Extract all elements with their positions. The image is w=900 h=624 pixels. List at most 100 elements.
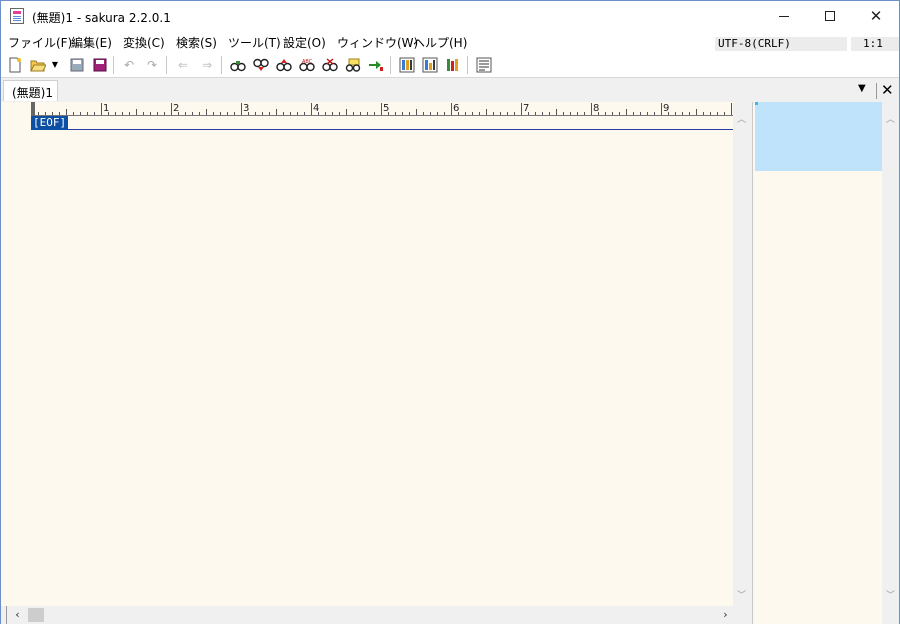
ruler-tick: [647, 112, 648, 115]
tab-close-icon[interactable]: ✕: [881, 81, 894, 99]
tab-label: (無題)1: [12, 86, 53, 100]
tab-list-dropdown-icon[interactable]: ▼: [858, 83, 866, 94]
ruler-tick: [626, 109, 627, 115]
ruler-tick: [157, 112, 158, 115]
type-settings-icon[interactable]: [444, 56, 462, 74]
minimap-vertical-scrollbar[interactable]: ︿ ﹀: [882, 102, 899, 624]
ruler-tick: [605, 112, 606, 115]
scroll-down-icon[interactable]: ﹀: [882, 588, 899, 601]
ruler-number: 4: [313, 103, 320, 114]
minimap-pane[interactable]: [752, 102, 882, 624]
menu-tools[interactable]: ツール(T): [228, 34, 281, 51]
ruler-tick: [521, 103, 522, 115]
ruler-tick: [269, 112, 270, 115]
ruler-tick: [535, 112, 536, 115]
move-back-icon[interactable]: ⇐: [174, 56, 192, 74]
outline-icon[interactable]: [398, 56, 416, 74]
menu-search[interactable]: 検索(S): [176, 34, 217, 51]
minimap-viewport[interactable]: [755, 102, 882, 171]
sakura-app-icon[interactable]: [10, 8, 24, 24]
ruler-tick: [472, 112, 473, 115]
maximize-icon: [825, 11, 835, 21]
title-bar: (無題)1 - sakura 2.2.0.1 ✕: [1, 1, 899, 31]
horizontal-split-box[interactable]: [1, 606, 7, 624]
horizontal-scroll-thumb[interactable]: [28, 608, 44, 622]
ruler-tick: [696, 109, 697, 115]
search-clear-icon[interactable]: [321, 56, 339, 74]
search-next-icon[interactable]: [252, 56, 270, 74]
open-dropdown-icon[interactable]: ▼: [49, 56, 61, 74]
tab-untitled-1[interactable]: (無題)1: [3, 80, 58, 101]
svg-text:ABC: ABC: [302, 59, 313, 65]
ruler-tick: [542, 112, 543, 115]
replace-icon[interactable]: ABC: [298, 56, 316, 74]
search-prev-icon[interactable]: [275, 56, 293, 74]
menu-window[interactable]: ウィンドウ(W): [337, 34, 418, 51]
ruler-tick: [514, 112, 515, 115]
editor-horizontal-scrollbar[interactable]: ‹ ›: [1, 606, 750, 624]
ruler-tick: [640, 112, 641, 115]
settings-icon[interactable]: [421, 56, 439, 74]
minimize-icon: [779, 15, 789, 17]
menu-edit[interactable]: 編集(E): [71, 34, 112, 51]
ruler-tick: [311, 103, 312, 115]
redo-icon[interactable]: ↷: [143, 56, 161, 74]
close-button[interactable]: ✕: [853, 1, 899, 31]
ruler-tick: [122, 112, 123, 115]
tab-bar: (無題)1: [1, 78, 899, 102]
ruler-tick: [332, 112, 333, 115]
menu-help[interactable]: ヘルプ(H): [413, 34, 467, 51]
ruler-tick: [234, 112, 235, 115]
ruler-tick: [381, 103, 382, 115]
toolbar-separator: [166, 56, 167, 74]
scroll-left-icon[interactable]: ‹: [9, 606, 26, 624]
ruler-tick: [325, 112, 326, 115]
ruler-tick: [416, 109, 417, 115]
text-editor-area[interactable]: [1, 102, 750, 606]
ruler-tick: [619, 112, 620, 115]
new-file-icon[interactable]: [6, 56, 24, 74]
minimize-button[interactable]: [761, 1, 807, 31]
ruler-number: 5: [383, 103, 390, 114]
save-all-icon[interactable]: [91, 56, 109, 74]
function-list-icon[interactable]: [475, 56, 493, 74]
menu-settings[interactable]: 設定(O): [283, 34, 326, 51]
ruler-tick: [66, 109, 67, 115]
ruler-tick: [192, 112, 193, 115]
ruler-tick: [570, 112, 571, 115]
ruler-tick: [724, 112, 725, 115]
ruler-tick: [283, 112, 284, 115]
save-icon[interactable]: [68, 56, 86, 74]
move-forward-icon[interactable]: ⇒: [198, 56, 216, 74]
grep-icon[interactable]: [344, 56, 362, 74]
ruler-tick: [682, 112, 683, 115]
ruler-tick: [136, 109, 137, 115]
menu-convert[interactable]: 変換(C): [123, 34, 165, 51]
menu-file[interactable]: ファイル(F): [8, 34, 72, 51]
ruler-tick: [297, 112, 298, 115]
jump-icon[interactable]: [367, 56, 385, 74]
sakura-editor-window: (無題)1 - sakura 2.2.0.1 ✕ ファイル(F) 編集(E) 変…: [0, 0, 900, 624]
maximize-button[interactable]: [807, 1, 853, 31]
ruler-tick: [115, 112, 116, 115]
toolbar-separator: [221, 56, 222, 74]
undo-icon[interactable]: ↶: [120, 56, 138, 74]
toolbar-separator: [113, 56, 114, 74]
scroll-up-icon[interactable]: ︿: [882, 112, 899, 125]
search-icon[interactable]: [229, 56, 247, 74]
ruler-tick: [451, 103, 452, 115]
column-ruler[interactable]: 1 2 3 4 5 6 7 8 9: [31, 102, 733, 116]
ruler-tick: [101, 103, 102, 115]
ruler-tick: [213, 112, 214, 115]
ruler-tick: [633, 112, 634, 115]
scroll-right-icon[interactable]: ›: [717, 606, 734, 624]
ruler-tick: [276, 109, 277, 115]
editor-vertical-scrollbar[interactable]: ︿ ﹀: [733, 102, 750, 606]
open-file-icon[interactable]: [29, 56, 47, 74]
ruler-tick: [577, 112, 578, 115]
ruler-number: 9: [663, 103, 670, 114]
scroll-up-icon[interactable]: ︿: [733, 112, 750, 129]
scroll-down-icon[interactable]: ﹀: [733, 588, 750, 605]
window-title: (無題)1 - sakura 2.2.0.1: [32, 11, 171, 25]
pane-splitter[interactable]: [750, 606, 752, 624]
